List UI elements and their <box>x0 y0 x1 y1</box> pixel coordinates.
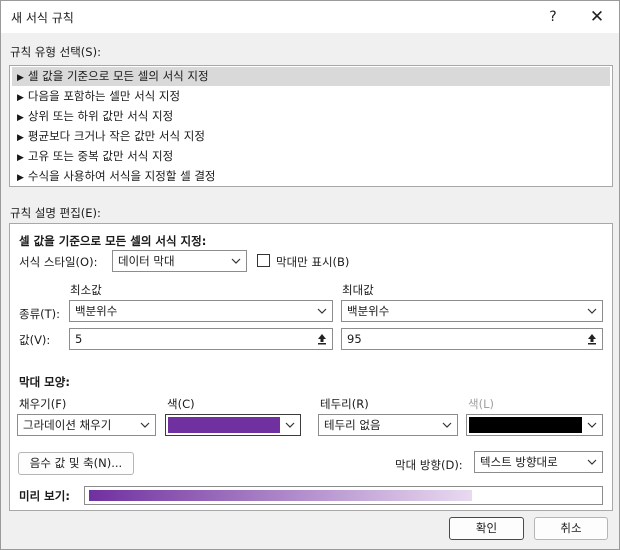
rule-type-label: 수식을 사용하여 서식을 지정할 셀 결정 <box>27 169 216 183</box>
rule-type-item[interactable]: ▶ 다음을 포함하는 셀만 서식 지정 <box>12 87 610 106</box>
chevron-down-icon <box>582 301 602 321</box>
chevron-down-icon <box>582 415 602 435</box>
rule-type-list[interactable]: ▶ 셀 값을 기준으로 모든 셀의 서식 지정 ▶ 다음을 포함하는 셀만 서식 지정… <box>9 65 613 187</box>
preview-box <box>84 486 603 505</box>
bar-direction-value: 텍스트 방향대로 <box>480 455 558 469</box>
format-style-dropdown[interactable]: 데이터 막대 <box>112 250 247 272</box>
rule-edit-label: 규칙 설명 편집(E): <box>10 206 101 220</box>
rule-type-label: 다음을 포함하는 셀만 서식 지정 <box>27 89 181 103</box>
collapse-dialog-icon[interactable] <box>313 330 331 348</box>
triangle-right-icon: ▶ <box>17 133 24 143</box>
fill-color-label: 색(C) <box>167 397 195 411</box>
format-style-value: 데이터 막대 <box>118 254 175 268</box>
rule-type-item[interactable]: ▶ 평균보다 크거나 작은 값만 서식 지정 <box>12 127 610 146</box>
preview-label: 미리 보기: <box>19 489 70 503</box>
triangle-right-icon: ▶ <box>17 93 24 103</box>
value-label: 값(V): <box>19 333 51 347</box>
triangle-right-icon: ▶ <box>17 173 24 183</box>
triangle-right-icon: ▶ <box>17 73 24 83</box>
triangle-right-icon: ▶ <box>17 153 24 163</box>
fill-type-dropdown[interactable]: 그라데이션 채우기 <box>17 414 156 436</box>
fill-color-picker[interactable] <box>165 414 301 436</box>
fill-label: 채우기(F) <box>19 397 67 411</box>
fill-color-swatch <box>168 417 280 433</box>
maximum-type-value: 백분위수 <box>347 304 390 318</box>
new-formatting-rule-dialog: 새 서식 규칙 ? ✕ 규칙 유형 선택(S): ▶ 셀 값을 기준으로 모든 셀… <box>0 0 620 550</box>
maximum-type-dropdown[interactable]: 백분위수 <box>341 300 603 322</box>
cancel-button[interactable]: 취소 <box>534 517 608 540</box>
minimum-header: 최소값 <box>70 283 102 297</box>
bar-only-label: 막대만 표시(B) <box>276 255 350 269</box>
rule-type-label: 평균보다 크거나 작은 값만 서식 지정 <box>27 129 205 143</box>
border-label: 테두리(R) <box>320 397 369 411</box>
rule-type-item[interactable]: ▶ 수식을 사용하여 서식을 지정할 셀 결정 <box>12 167 610 186</box>
border-color-picker[interactable] <box>466 414 603 436</box>
chevron-down-icon <box>437 415 457 435</box>
rule-type-item[interactable]: ▶ 셀 값을 기준으로 모든 셀의 서식 지정 <box>12 67 610 86</box>
chevron-down-icon <box>135 415 155 435</box>
maximum-value-text: 95 <box>347 332 362 346</box>
rule-type-item[interactable]: ▶ 고유 또는 중복 값만 서식 지정 <box>12 147 610 166</box>
chevron-down-icon <box>226 251 246 271</box>
close-button[interactable]: ✕ <box>575 1 619 33</box>
rule-description-heading: 셀 값을 기준으로 모든 셀의 서식 지정: <box>19 234 207 248</box>
bar-direction-dropdown[interactable]: 텍스트 방향대로 <box>474 451 603 473</box>
bar-direction-label: 막대 방향(D): <box>395 458 463 472</box>
chevron-down-icon <box>582 452 602 472</box>
close-icon: ✕ <box>589 7 605 27</box>
ok-button[interactable]: 확인 <box>449 517 524 540</box>
type-label: 종류(T): <box>19 307 61 321</box>
rule-type-label: 셀 값을 기준으로 모든 셀의 서식 지정 <box>27 69 209 83</box>
border-color-swatch <box>469 417 582 433</box>
maximum-value-input[interactable]: 95 <box>341 328 603 350</box>
maximum-header: 최대값 <box>342 283 374 297</box>
collapse-dialog-icon[interactable] <box>583 330 601 348</box>
minimum-value-input[interactable]: 5 <box>69 328 333 350</box>
minimum-value-text: 5 <box>75 332 83 346</box>
rule-type-label: 규칙 유형 선택(S): <box>10 45 101 59</box>
negative-value-axis-button[interactable]: 음수 값 및 축(N)... <box>18 452 134 475</box>
preview-data-bar <box>89 490 472 501</box>
border-type-value: 테두리 없음 <box>324 418 381 432</box>
bar-appearance-heading: 막대 모양: <box>19 375 70 389</box>
triangle-right-icon: ▶ <box>17 113 24 123</box>
fill-type-value: 그라데이션 채우기 <box>23 418 112 432</box>
rule-type-label: 고유 또는 중복 값만 서식 지정 <box>27 149 174 163</box>
help-button[interactable]: ? <box>531 1 575 33</box>
minimum-type-value: 백분위수 <box>75 304 118 318</box>
bar-only-checkbox[interactable] <box>257 254 270 267</box>
chevron-down-icon <box>312 301 332 321</box>
border-color-label: 색(L) <box>468 397 494 411</box>
rule-type-item[interactable]: ▶ 상위 또는 하위 값만 서식 지정 <box>12 107 610 126</box>
format-style-label: 서식 스타일(O): <box>19 255 98 269</box>
border-type-dropdown[interactable]: 테두리 없음 <box>318 414 458 436</box>
rule-type-label: 상위 또는 하위 값만 서식 지정 <box>27 109 174 123</box>
title-bar: 새 서식 규칙 ? ✕ <box>1 1 619 33</box>
minimum-type-dropdown[interactable]: 백분위수 <box>69 300 333 322</box>
dialog-title: 새 서식 규칙 <box>11 11 74 25</box>
chevron-down-icon <box>280 415 300 435</box>
